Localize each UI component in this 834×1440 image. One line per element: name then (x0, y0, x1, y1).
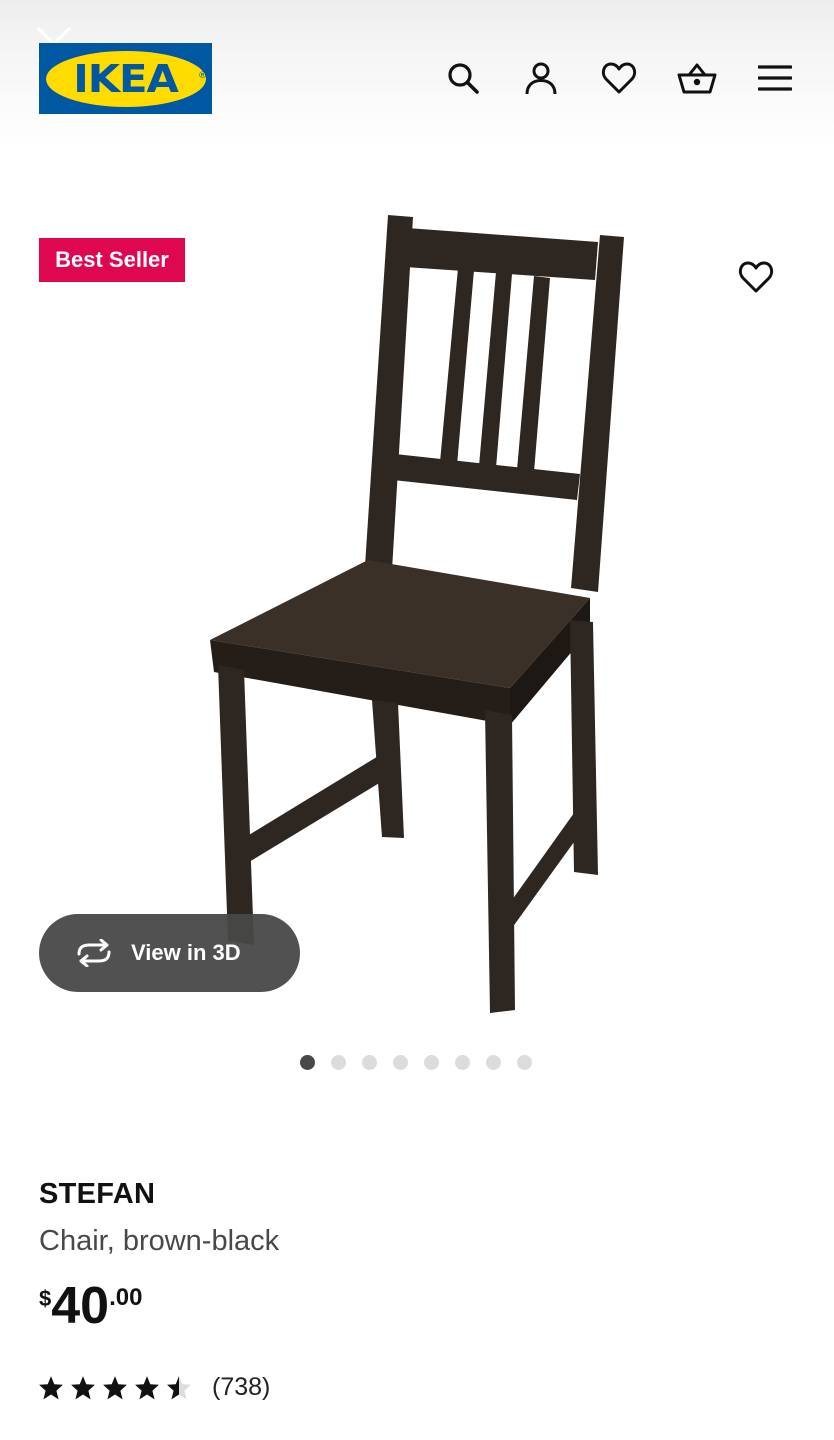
price-decimal: .00 (109, 1284, 143, 1311)
logo-oval: IKEA (45, 50, 206, 107)
best-seller-badge: Best Seller (39, 238, 185, 282)
product-description: Chair, brown-black (39, 1225, 280, 1257)
carousel-indicator (300, 1055, 532, 1070)
account-icon (525, 62, 557, 95)
carousel-dot[interactable] (393, 1055, 408, 1070)
account-button[interactable] (521, 58, 561, 98)
heart-icon (738, 261, 774, 293)
wishlist-button[interactable] (599, 58, 639, 98)
search-icon (448, 63, 479, 94)
add-to-wishlist-button[interactable] (734, 255, 778, 299)
product-rating[interactable]: (738) (38, 1373, 270, 1402)
product-image-chair (210, 215, 624, 1013)
carousel-dot[interactable] (455, 1055, 470, 1070)
carousel-dot[interactable] (331, 1055, 346, 1070)
star-icon (71, 1376, 95, 1400)
price-integer: 40 (51, 1277, 110, 1335)
star-icon (103, 1376, 127, 1400)
product-name: STEFAN (39, 1178, 156, 1210)
carousel-dot[interactable] (486, 1055, 501, 1070)
price-currency: $ (39, 1286, 52, 1311)
view-in-3d-button[interactable]: View in 3D (39, 914, 300, 992)
carousel-dot[interactable] (424, 1055, 439, 1070)
logo-text: IKEA (73, 56, 179, 101)
half-star-icon (167, 1376, 191, 1400)
view-in-3d-label: View in 3D (131, 940, 241, 965)
heart-icon (601, 62, 637, 94)
star-rating (38, 1375, 192, 1400)
star-icon (39, 1376, 63, 1400)
search-button[interactable] (443, 58, 483, 98)
rotate-3d-icon (73, 938, 117, 968)
logo-registered-mark: ® (198, 71, 207, 81)
cart-icon (677, 63, 717, 94)
product-price: $ 40 .00 (39, 1280, 142, 1332)
ikea-logo[interactable]: IKEA ® (39, 43, 212, 114)
star-icon (135, 1376, 159, 1400)
carousel-dot[interactable] (517, 1055, 532, 1070)
carousel-dot[interactable] (300, 1055, 315, 1070)
menu-button[interactable] (755, 58, 795, 98)
carousel-dot[interactable] (362, 1055, 377, 1070)
cart-button[interactable] (677, 58, 717, 98)
menu-icon (758, 65, 792, 91)
review-count[interactable]: (738) (212, 1373, 270, 1402)
